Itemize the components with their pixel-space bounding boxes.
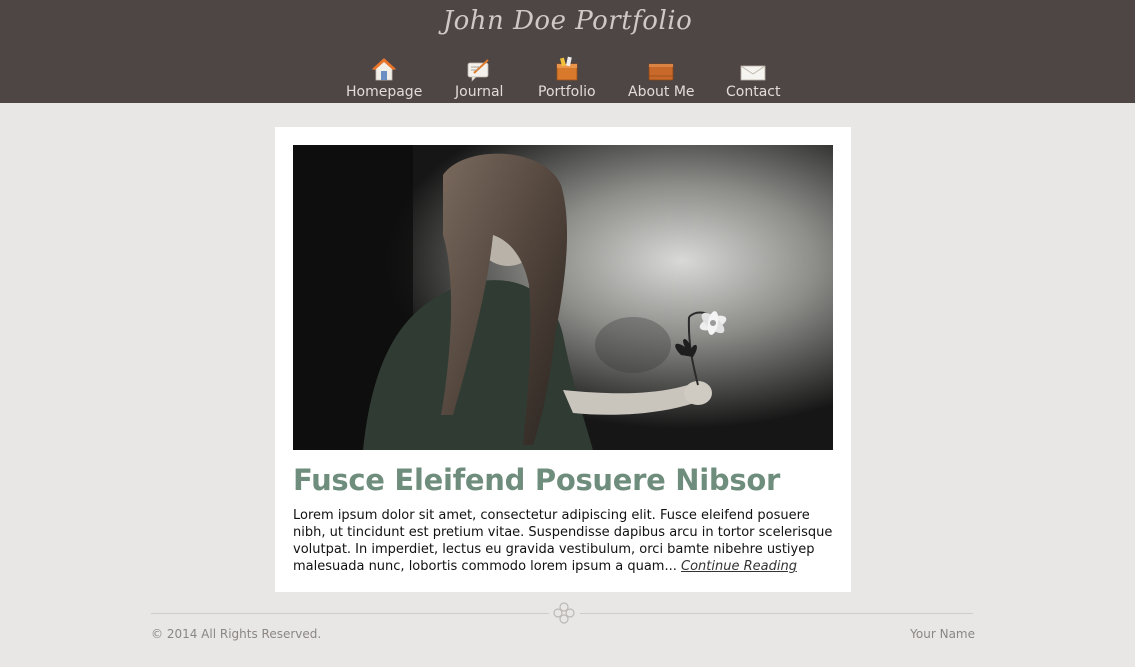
- blog-post-card: Fusce Eleifend Posuere Nibsor Lorem ipsu…: [275, 127, 851, 592]
- footer-divider-left: [151, 613, 549, 614]
- nav-label-journal: Journal: [455, 84, 504, 100]
- nav-item-journal[interactable]: Journal: [455, 56, 503, 100]
- journal-icon: [467, 59, 489, 82]
- footer-author[interactable]: Your Name: [910, 627, 975, 641]
- post-excerpt: Lorem ipsum dolor sit amet, consectetur …: [293, 507, 838, 575]
- about-me-icon: [648, 63, 674, 81]
- ornament-icon: [553, 602, 575, 624]
- nav-item-homepage[interactable]: Homepage: [346, 56, 422, 100]
- site-header: John Doe Portfolio Homepage Journal Port…: [0, 0, 1135, 103]
- continue-reading-link[interactable]: Continue Reading: [681, 559, 797, 574]
- portfolio-icon: [556, 56, 578, 81]
- featured-photo[interactable]: [293, 145, 833, 450]
- main-nav: Homepage Journal Portfolio About Me Cont…: [0, 56, 1135, 103]
- nav-item-contact[interactable]: Contact: [726, 56, 780, 100]
- site-title[interactable]: John Doe Portfolio: [0, 6, 1135, 36]
- nav-label-about-me: About Me: [628, 84, 695, 100]
- nav-item-portfolio[interactable]: Portfolio: [538, 56, 596, 100]
- envelope-icon: [740, 65, 766, 81]
- home-icon: [372, 58, 397, 81]
- nav-label-portfolio: Portfolio: [538, 84, 596, 100]
- featured-photo-image: [293, 145, 833, 450]
- nav-label-contact: Contact: [726, 84, 781, 100]
- post-title[interactable]: Fusce Eleifend Posuere Nibsor: [293, 463, 838, 497]
- nav-label-homepage: Homepage: [346, 84, 423, 100]
- copyright-text: © 2014 All Rights Reserved.: [151, 627, 322, 641]
- footer-divider-right: [580, 613, 973, 614]
- nav-item-about-me[interactable]: About Me: [628, 56, 695, 100]
